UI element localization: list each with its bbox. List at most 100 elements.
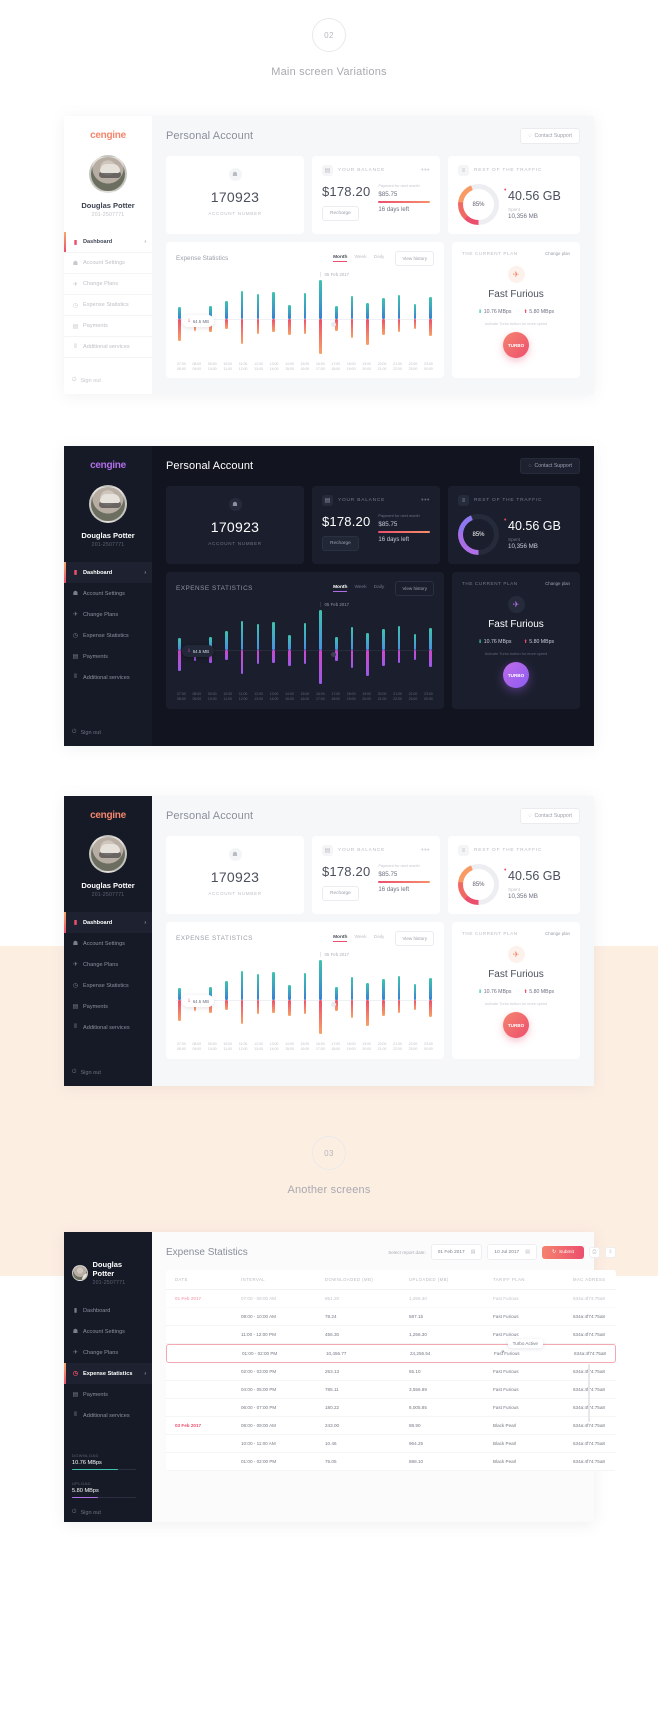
balance-card-header: ▤ YOUR BALANCE ••• bbox=[322, 165, 430, 176]
table-row[interactable]: 01:00 - 02:00 PM 75.05 888.10 Black Pearl 63… bbox=[166, 1453, 616, 1472]
col-date: DATE bbox=[175, 1277, 188, 1283]
sidebar-item-dashboard[interactable]: ▮ Dashboard › bbox=[64, 912, 152, 934]
tab-daily[interactable]: Daily bbox=[374, 585, 385, 592]
tab-daily[interactable]: Daily bbox=[374, 255, 385, 262]
sidebar-item-additional-services[interactable]: ⦀ Additional services bbox=[64, 1017, 152, 1038]
date-to-field[interactable]: 10 Jul 2017 ▤ bbox=[487, 1244, 537, 1261]
sidebar-item-expense-statistics[interactable]: ◷ Expense Statistics bbox=[64, 975, 152, 996]
sign-out-button[interactable]: ⏻ Sign out bbox=[72, 1509, 101, 1516]
sign-out-label: Sign out bbox=[80, 1509, 101, 1516]
table-row[interactable]: 02:00 - 03:00 PM253.1365.10Fast Furious6… bbox=[166, 1363, 616, 1382]
plan-card-title: THE CURRENT PLAN bbox=[462, 251, 518, 256]
table-row[interactable]: 01 Feb 2017 07:00 - 08:00 AM 851.20 1,256.3… bbox=[166, 1290, 616, 1309]
brand-logo[interactable]: cengine bbox=[64, 810, 152, 821]
sign-out-button[interactable]: ⏻ Sign out bbox=[72, 377, 101, 384]
sidebar-item-expense-statistics[interactable]: ◷ Expense Statistics › bbox=[64, 1363, 152, 1385]
current-plan-card: THE CURRENT PLAN Change plan ✈ Fast Furi… bbox=[452, 572, 580, 709]
turbo-button[interactable]: TURBO bbox=[503, 1012, 529, 1039]
sidebar-item-expense-statistics[interactable]: ◷ Expense Statistics bbox=[64, 625, 152, 646]
chart-x-tick: 23:00 00:00 bbox=[424, 692, 433, 702]
view-history-button[interactable]: View history bbox=[395, 581, 434, 597]
date-from-field[interactable]: 01 Feb 2017 ▤ bbox=[430, 1244, 483, 1261]
sign-out-button[interactable]: ⏻ Sign out bbox=[72, 1069, 101, 1076]
sidebar-item-payments[interactable]: ▤ Payments bbox=[64, 996, 152, 1017]
sidebar-item-change-plans[interactable]: ✈ Change Plans bbox=[64, 1342, 152, 1363]
recharge-button[interactable]: Recharge bbox=[322, 206, 359, 221]
tab-week[interactable]: Week bbox=[354, 935, 366, 942]
topbar: Personal Account ◌ Contact Support bbox=[166, 808, 580, 825]
chart-x-tick: 13:00 14:00 bbox=[269, 692, 279, 702]
balance-card-menu[interactable]: ••• bbox=[421, 167, 430, 174]
chart-x-tick: 22:00 23:00 bbox=[408, 362, 418, 371]
table-scrollbar[interactable] bbox=[588, 1364, 590, 1423]
sidebar-item-dashboard[interactable]: ▮ Dashboard bbox=[64, 1300, 152, 1321]
submit-button[interactable]: ↻ Submit bbox=[541, 1245, 584, 1259]
chart-bar-column bbox=[366, 952, 370, 1038]
sidebar-item-change-plans[interactable]: ✈ Change Plans bbox=[64, 954, 152, 975]
chart-bar-downloaded bbox=[397, 295, 401, 320]
sidebar-item-payments[interactable]: ▤ Payments bbox=[64, 1384, 152, 1405]
balance-card-menu[interactable]: ••• bbox=[421, 847, 430, 854]
change-plan-button[interactable]: Change plan bbox=[545, 581, 570, 586]
sidebar-item-expense-statistics[interactable]: ◷ Expense Statistics bbox=[64, 295, 152, 316]
sidebar-item-account-settings[interactable]: ☗ Account Settings bbox=[64, 933, 152, 954]
contact-support-button[interactable]: ◌ Contact Support bbox=[520, 128, 580, 144]
sidebar-item-dashboard[interactable]: ▮ Dashboard › bbox=[64, 232, 152, 253]
chart-bar-downloaded bbox=[429, 297, 432, 320]
table-row[interactable]: 09:00 - 10:00 AM 78.24 587.15 Fast Furious 6… bbox=[166, 1308, 616, 1327]
sidebar-item-account-settings[interactable]: ☗ Account Settings bbox=[64, 253, 152, 274]
view-history-button[interactable]: View history bbox=[395, 251, 434, 266]
view-history-button[interactable]: View history bbox=[395, 931, 434, 947]
sidebar-item-additional-services[interactable]: ⦀ Additional services bbox=[64, 337, 152, 358]
brand-logo[interactable]: cengine bbox=[64, 130, 152, 141]
balance-card-menu[interactable]: ••• bbox=[421, 497, 430, 504]
sidebar-item-change-plans[interactable]: ✈ Change Plans bbox=[64, 274, 152, 295]
recharge-button[interactable]: Recharge bbox=[322, 886, 359, 902]
tab-month[interactable]: Month bbox=[333, 585, 348, 593]
cell-interval: 02:00 - 03:00 PM bbox=[241, 1369, 277, 1375]
plan-name: Fast Furious bbox=[488, 969, 544, 981]
sidebar-item-payments[interactable]: ▤ Payments bbox=[64, 316, 152, 337]
print-button[interactable]: ⎙ bbox=[588, 1246, 600, 1258]
sidebar-dark: cengine Douglas Potter 201-2507771 ▮ Das… bbox=[64, 446, 152, 747]
sidebar-item-payments[interactable]: ▤ Payments bbox=[64, 646, 152, 667]
table-row[interactable]: 04:00 - 05:00 PM 785.11 3,556.89 Fast Furio… bbox=[166, 1381, 616, 1400]
chart-bar-uploaded bbox=[256, 999, 260, 1015]
sign-out-button[interactable]: ⏻ Sign out bbox=[72, 729, 101, 736]
recharge-button[interactable]: Recharge bbox=[322, 536, 359, 552]
sidebar-item-dashboard[interactable]: ▮ Dashboard › bbox=[64, 562, 152, 584]
table-row[interactable]: 11:00 - 12:00 PM 456.30 1,256.30 Fast Furio… bbox=[166, 1326, 616, 1345]
tab-month[interactable]: Month bbox=[333, 935, 348, 943]
cell-tariff-plan: Fast Furious bbox=[494, 1351, 520, 1357]
download-button[interactable]: ⇩ bbox=[604, 1246, 616, 1258]
turbo-button[interactable]: TURBO bbox=[503, 332, 529, 358]
sidebar-item-label: Change Plans bbox=[83, 281, 119, 287]
sidebar-item-account-settings[interactable]: ☗ Account Settings bbox=[64, 1321, 152, 1342]
brand-logo[interactable]: cengine bbox=[64, 460, 152, 471]
table-row[interactable]: 10:00 - 11:00 AM 10.46 964.25 Black Pearl 63… bbox=[166, 1435, 616, 1454]
change-plan-button[interactable]: Change plan bbox=[545, 251, 570, 256]
chart-bar-downloaded bbox=[319, 610, 322, 650]
sidebar-item-additional-services[interactable]: ⦀ Additional services bbox=[64, 667, 152, 688]
table-row[interactable]: 03 Feb 2017 08:00 - 09:00 AM 243.00 88.90 Bl… bbox=[166, 1417, 616, 1436]
sidebar-item-change-plans[interactable]: ✈ Change Plans bbox=[64, 604, 152, 625]
sidebar-item-additional-services[interactable]: ⦀ Additional services bbox=[64, 1405, 152, 1426]
cell-uploaded: 888.10 bbox=[409, 1459, 424, 1465]
balance-amount: $178.20 bbox=[322, 864, 371, 880]
contact-support-button[interactable]: ◌ Contact Support bbox=[520, 458, 580, 475]
contact-support-button[interactable]: ◌ Contact Support bbox=[520, 808, 580, 825]
chart-bar-uploaded bbox=[256, 649, 260, 665]
chart-header: EXPENSE STATISTICS Month Week Daily View… bbox=[176, 931, 434, 947]
tab-daily[interactable]: Daily bbox=[374, 935, 385, 942]
sidebar-item-account-settings[interactable]: ☗ Account Settings bbox=[64, 583, 152, 604]
traffic-percent: 85% bbox=[472, 201, 485, 208]
balance-row: $178.20 Recharge Payment for next month … bbox=[322, 514, 430, 552]
tab-month[interactable]: Month bbox=[333, 255, 348, 262]
table-row[interactable]: 01:00 - 02:00 PM 10,456.77 24,256.54 Fast F… bbox=[166, 1339, 616, 1364]
tab-week[interactable]: Week bbox=[354, 255, 366, 262]
table-row[interactable]: 06:00 - 07:00 PM 180.22 8,005.85 Fast Furio… bbox=[166, 1399, 616, 1418]
change-plan-button[interactable]: Change plan bbox=[545, 931, 570, 936]
avatar bbox=[89, 155, 127, 193]
tab-week[interactable]: Week bbox=[354, 585, 366, 592]
turbo-button[interactable]: TURBO bbox=[503, 662, 529, 689]
